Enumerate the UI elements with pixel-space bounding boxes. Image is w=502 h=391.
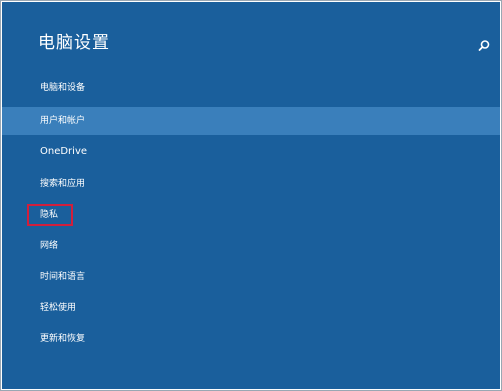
nav-item-ease-of-access[interactable]: 轻松使用 bbox=[2, 294, 500, 322]
nav-item-label: 搜索和应用 bbox=[40, 179, 86, 189]
nav-item-update-and-recovery[interactable]: 更新和恢复 bbox=[2, 325, 500, 353]
nav-item-pc-and-devices[interactable]: 电脑和设备 bbox=[2, 74, 500, 102]
screenshot-frame: 电脑设置 电脑和设备 用户和帐户 OneDrive 搜索和应用 隐私 网络 时间… bbox=[0, 0, 502, 391]
nav-item-time-and-language[interactable]: 时间和语言 bbox=[2, 263, 500, 291]
nav-item-label: 轻松使用 bbox=[40, 303, 77, 313]
search-button[interactable] bbox=[477, 39, 491, 53]
search-icon bbox=[477, 39, 491, 53]
nav-item-label: 网络 bbox=[40, 241, 59, 251]
nav-item-privacy[interactable]: 隐私 bbox=[2, 201, 500, 229]
nav-item-label: 更新和恢复 bbox=[40, 334, 86, 344]
privacy-highlight-box bbox=[27, 204, 73, 226]
nav-item-label: 电脑和设备 bbox=[40, 83, 86, 93]
nav-item-accounts[interactable]: 用户和帐户 bbox=[2, 107, 500, 135]
nav-item-search-and-apps[interactable]: 搜索和应用 bbox=[2, 170, 500, 198]
nav-item-onedrive[interactable]: OneDrive bbox=[2, 138, 500, 166]
pc-settings-panel: 电脑设置 电脑和设备 用户和帐户 OneDrive 搜索和应用 隐私 网络 时间… bbox=[2, 2, 500, 389]
nav-item-label: OneDrive bbox=[40, 146, 88, 157]
nav-item-network[interactable]: 网络 bbox=[2, 232, 500, 260]
page-title: 电脑设置 bbox=[38, 33, 110, 53]
nav-item-label: 时间和语言 bbox=[40, 272, 86, 282]
nav-item-label: 用户和帐户 bbox=[40, 116, 86, 126]
